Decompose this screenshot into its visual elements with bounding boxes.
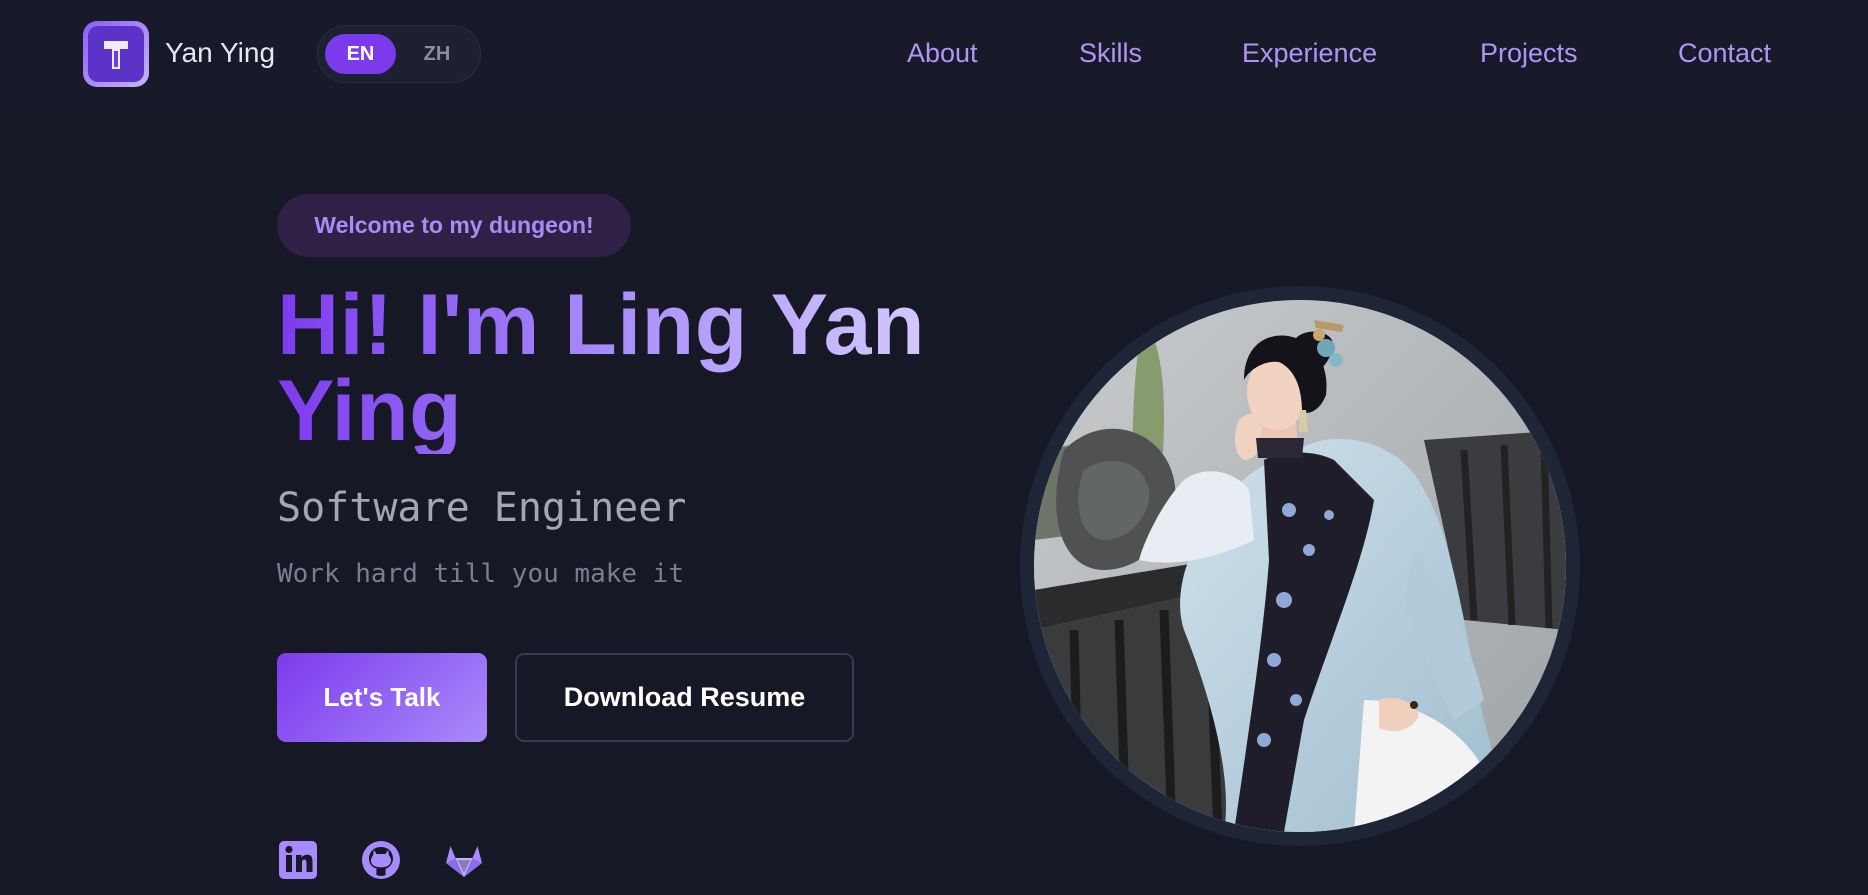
top-navbar: Yan Ying EN ZH About Skills Experience P… [0, 0, 1868, 110]
nav-projects[interactable]: Projects [1480, 36, 1578, 70]
hero-headline: Hi! I'm Ling Yan Ying [277, 282, 997, 454]
headline-line-2: Ying [277, 363, 463, 459]
brand-name[interactable]: Yan Ying [165, 36, 275, 70]
gitlab-icon[interactable] [443, 839, 485, 881]
motto-text: Work hard till you make it [277, 559, 684, 589]
welcome-badge: Welcome to my dungeon! [277, 194, 631, 257]
nav-experience[interactable]: Experience [1242, 36, 1377, 70]
t-logo-icon[interactable] [83, 21, 149, 87]
nav-contact[interactable]: Contact [1678, 36, 1771, 70]
profile-photo [1034, 300, 1566, 832]
linkedin-icon[interactable] [277, 839, 319, 881]
language-toggle: EN ZH [317, 25, 481, 83]
language-en-button[interactable]: EN [325, 34, 396, 74]
nav-about[interactable]: About [907, 36, 978, 70]
language-zh-button[interactable]: ZH [404, 34, 470, 74]
lets-talk-button[interactable]: Let's Talk [277, 653, 487, 742]
headline-line-1: Hi! I'm Ling Yan [277, 277, 926, 373]
nav-skills[interactable]: Skills [1079, 36, 1142, 70]
job-title: Software Engineer [277, 485, 687, 531]
download-resume-button[interactable]: Download Resume [515, 653, 854, 742]
github-icon[interactable] [360, 839, 402, 881]
